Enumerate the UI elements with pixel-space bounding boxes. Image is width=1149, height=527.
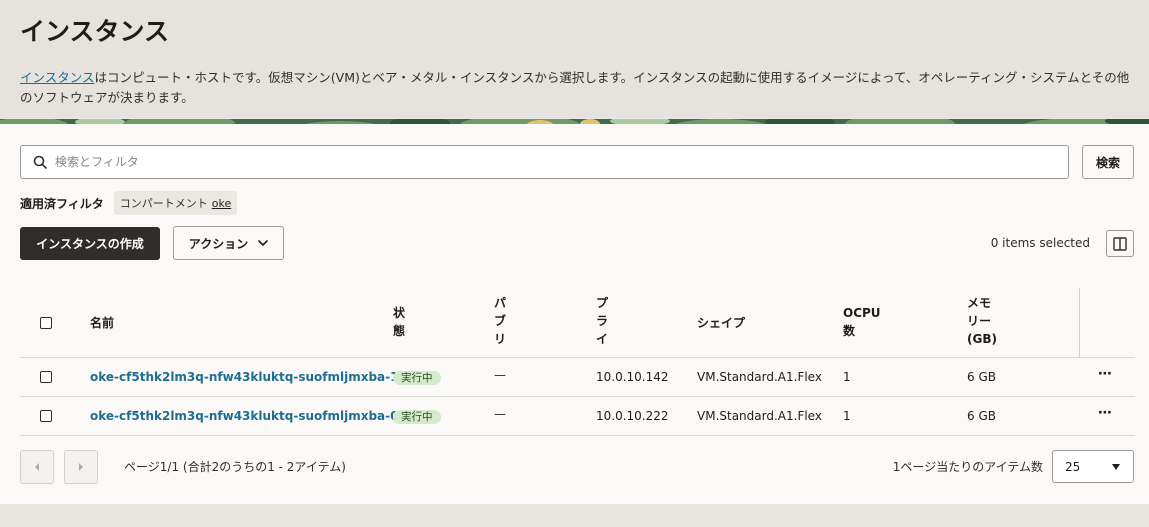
row-checkbox[interactable] — [40, 410, 52, 422]
compartment-filter-chip[interactable]: コンパートメント oke — [113, 191, 238, 215]
columns-icon — [1113, 236, 1127, 251]
next-page-button[interactable] — [64, 450, 98, 484]
chevron-down-icon — [258, 240, 269, 246]
selected-count: 0 items selected — [990, 236, 1090, 250]
search-button[interactable]: 検索 — [1082, 145, 1134, 179]
caret-right-icon — [79, 463, 83, 471]
page-header: インスタンス インスタンスはコンピュート・ホストです。仮想マシン(VM)とベア・… — [0, 0, 1149, 118]
header-ocpu[interactable]: OCPU 数 — [843, 304, 881, 340]
memory-cell: 6 GB — [967, 370, 996, 384]
instance-name-link[interactable]: oke-cf5thk2lm3q-nfw43kluktq-suofmljmxba-… — [90, 407, 398, 425]
private-ip-cell: 10.0.10.222 — [596, 409, 669, 423]
column-divider — [1079, 288, 1080, 358]
row-actions-kebab-icon[interactable]: ⋯ — [1098, 365, 1113, 383]
search-input[interactable] — [55, 155, 1035, 169]
table-header-row: 名前 状 態 パ ブ リ プ ラ イ シェイプ OCPU 数 メモ リー (GB… — [20, 288, 1135, 358]
header-state-line: 状 — [393, 306, 406, 320]
header-ocpu-line: 数 — [843, 324, 856, 338]
page-title: インスタンス — [20, 17, 170, 46]
public-ip-cell: — — [494, 368, 506, 382]
table-row: oke-cf5thk2lm3q-nfw43kluktq-suofmljmxba-… — [20, 358, 1135, 397]
row-actions-kebab-icon[interactable]: ⋯ — [1098, 404, 1113, 422]
header-private-line: ラ — [596, 314, 609, 328]
header-private-ip[interactable]: プ ラ イ — [596, 294, 608, 348]
header-public-line: リ — [494, 332, 507, 346]
header-private-line: イ — [596, 332, 609, 346]
state-cell: 実行中 — [393, 368, 441, 386]
page-footer — [0, 504, 1149, 527]
table-row: oke-cf5thk2lm3q-nfw43kluktq-suofmljmxba-… — [20, 397, 1135, 436]
search-field[interactable] — [20, 145, 1069, 179]
header-public-ip[interactable]: パ ブ リ — [494, 294, 506, 348]
shape-cell: VM.Standard.A1.Flex — [697, 370, 822, 384]
instances-table: 名前 状 態 パ ブ リ プ ラ イ シェイプ OCPU 数 メモ リー (GB… — [20, 288, 1135, 436]
shape-cell: VM.Standard.A1.Flex — [697, 409, 822, 423]
actions-menu-button[interactable]: アクション — [173, 226, 284, 260]
header-state-line: 態 — [393, 324, 406, 338]
caret-down-icon — [1112, 463, 1120, 470]
pagination-summary: ページ1/1 (合計2のうちの1 - 2アイテム) — [124, 460, 346, 474]
caret-left-icon — [35, 463, 39, 471]
instance-name-link[interactable]: oke-cf5thk2lm3q-nfw43kluktq-suofmljmxba-… — [90, 368, 398, 386]
status-badge: 実行中 — [393, 410, 441, 424]
search-icon — [33, 155, 47, 169]
ocpu-cell: 1 — [843, 370, 851, 384]
instances-panel: 検索 適用済フィルタ コンパートメント oke インスタンスの作成 アクション 0… — [0, 124, 1149, 504]
create-instance-button[interactable]: インスタンスの作成 — [20, 227, 160, 260]
memory-cell: 6 GB — [967, 409, 996, 423]
header-public-line: パ — [494, 296, 507, 310]
chip-value[interactable]: oke — [212, 197, 231, 210]
description-text-2: のソフトウェアが決まります。 — [20, 90, 194, 105]
header-shape[interactable]: シェイプ — [697, 314, 745, 332]
manage-columns-button[interactable] — [1106, 230, 1134, 257]
page-description: インスタンスはコンピュート・ホストです。仮想マシン(VM)とベア・メタル・インス… — [20, 68, 1140, 108]
header-memory[interactable]: メモ リー (GB) — [967, 294, 997, 348]
chip-key: コンパートメント — [119, 197, 208, 210]
description-text-1: はコンピュート・ホストです。仮想マシン(VM)とベア・メタル・インスタンスから選… — [94, 70, 1130, 85]
header-state[interactable]: 状 態 — [393, 304, 405, 340]
public-ip-cell: — — [494, 407, 506, 421]
state-cell: 実行中 — [393, 407, 441, 425]
applied-filters-label: 適用済フィルタ — [20, 196, 104, 211]
actions-label: アクション — [188, 236, 249, 251]
header-name[interactable]: 名前 — [90, 314, 114, 332]
applied-filters: 適用済フィルタ コンパートメント oke — [20, 191, 238, 215]
ocpu-cell: 1 — [843, 409, 851, 423]
status-badge: 実行中 — [393, 371, 441, 385]
header-private-line: プ — [596, 296, 609, 310]
header-public-line: ブ — [494, 314, 507, 328]
per-page-value: 25 — [1065, 459, 1081, 474]
per-page-label: 1ページ当たりのアイテム数 — [892, 460, 1043, 474]
header-memory-line: メモ — [967, 296, 992, 310]
private-ip-cell: 10.0.10.142 — [596, 370, 669, 384]
instances-doc-link[interactable]: インスタンス — [20, 70, 95, 85]
header-ocpu-line: OCPU — [843, 306, 881, 320]
previous-page-button[interactable] — [20, 450, 54, 484]
row-checkbox[interactable] — [40, 371, 52, 383]
per-page-select[interactable]: 25 — [1052, 450, 1134, 483]
header-memory-line: リー — [967, 314, 992, 328]
select-all-checkbox[interactable] — [40, 317, 52, 329]
header-memory-line: (GB) — [967, 332, 997, 346]
